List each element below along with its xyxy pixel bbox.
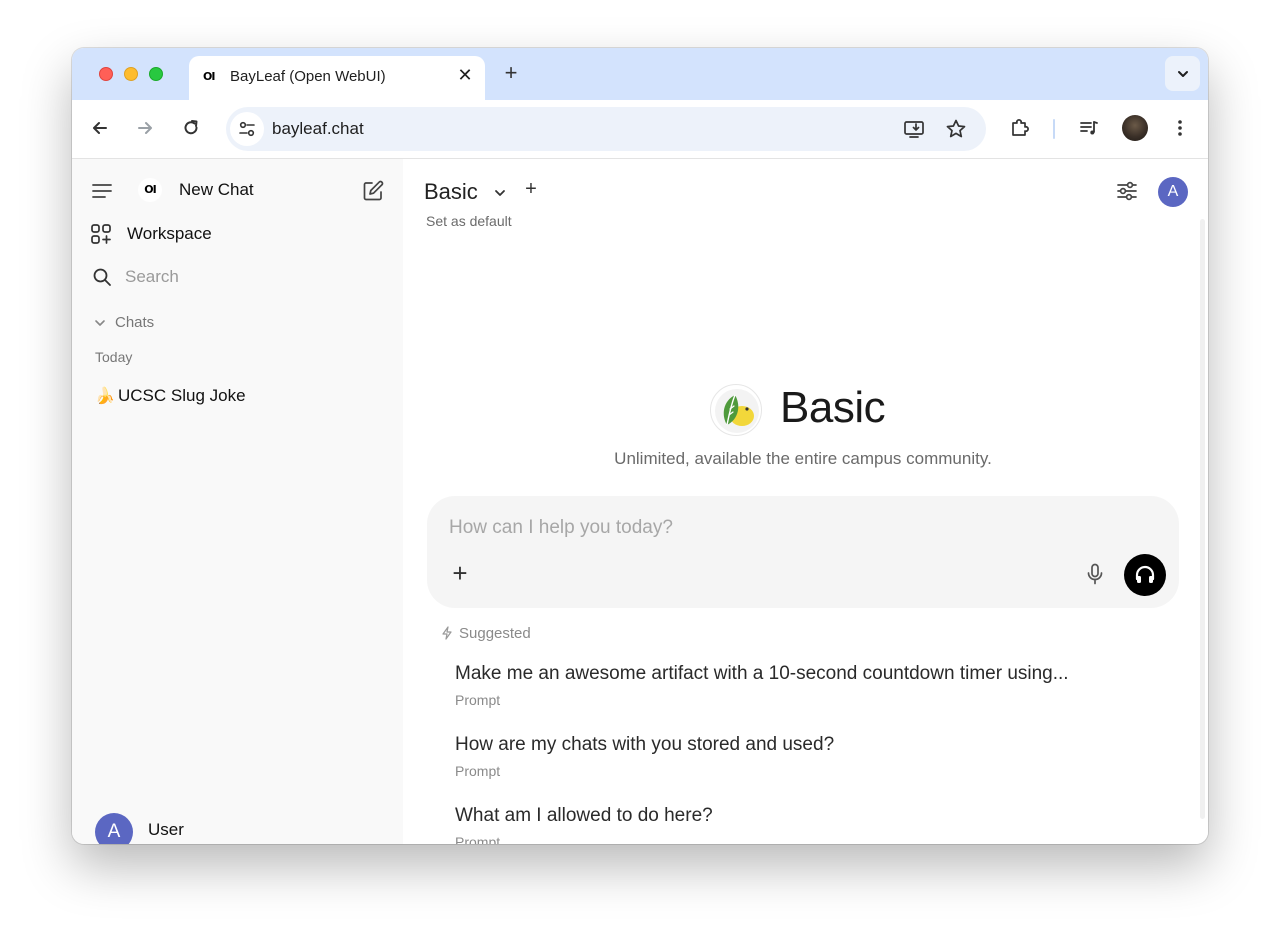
- chat-emoji: 🍌: [95, 388, 115, 405]
- tab-strip: OI BayLeaf (Open WebUI) ✕ +: [72, 48, 1208, 100]
- add-model-button[interactable]: +: [520, 178, 542, 200]
- install-app-button[interactable]: [902, 117, 926, 141]
- sliders-icon[interactable]: [1115, 179, 1139, 203]
- tune-icon: [239, 121, 255, 137]
- suggestion-item[interactable]: Make me an awesome artifact with a 10-se…: [441, 659, 1181, 721]
- sidebar-item-workspace[interactable]: Workspace: [127, 224, 212, 244]
- chat-main: Basic + Set as default A Basic Unlimited…: [403, 159, 1208, 844]
- set-as-default-link[interactable]: Set as default: [426, 213, 512, 229]
- site-info-button[interactable]: [230, 112, 264, 146]
- more-vertical-icon: [1178, 120, 1182, 136]
- edit-icon: [363, 180, 384, 201]
- chats-section-toggle[interactable]: Chats: [115, 314, 154, 331]
- attach-button[interactable]: +: [448, 560, 472, 586]
- minimize-window-button[interactable]: [124, 67, 138, 81]
- suggestion-subtitle: Prompt: [455, 834, 501, 844]
- chevron-down-icon[interactable]: [492, 185, 508, 201]
- install-app-icon: [904, 121, 924, 138]
- url-text[interactable]: bayleaf.chat: [272, 119, 364, 139]
- suggestion-subtitle: Prompt: [455, 692, 501, 708]
- browser-window: OI BayLeaf (Open WebUI) ✕ + bayleaf.chat…: [72, 48, 1208, 844]
- message-composer: +: [427, 496, 1179, 608]
- arrow-left-icon: [93, 122, 107, 134]
- star-icon: [946, 119, 966, 138]
- chat-list-item[interactable]: 🍌 UCSC Slug Joke: [85, 378, 391, 414]
- bayleaf-logo-icon: [715, 389, 759, 433]
- search-icon: [93, 268, 111, 286]
- puzzle-icon: [1012, 119, 1029, 136]
- tab-search-button[interactable]: [1165, 56, 1200, 91]
- model-title: Basic: [780, 383, 886, 432]
- suggestion-item[interactable]: How are my chats with you stored and use…: [441, 730, 1181, 792]
- close-window-button[interactable]: [99, 67, 113, 81]
- chat-group-today: Today: [95, 349, 133, 365]
- headphones-icon: [1135, 565, 1155, 583]
- forward-button[interactable]: [133, 116, 157, 140]
- sidebar: OI New Chat Workspace Search Chats Today…: [72, 159, 403, 844]
- workspace-icon: [91, 224, 111, 244]
- suggestion-title: Make me an awesome artifact with a 10-se…: [455, 663, 1069, 684]
- page-content: OI New Chat Workspace Search Chats Today…: [72, 159, 1208, 844]
- sidebar-search-input[interactable]: [120, 263, 370, 291]
- arrow-right-icon: [138, 122, 152, 134]
- bookmark-button[interactable]: [944, 117, 968, 141]
- user-avatar[interactable]: A: [95, 813, 133, 844]
- toolbar-separator: [1053, 119, 1055, 139]
- model-logo: [710, 384, 762, 436]
- media-queue-icon: [1080, 121, 1098, 135]
- chevron-down-icon[interactable]: [93, 316, 107, 330]
- media-controls-button[interactable]: [1077, 116, 1101, 140]
- suggestion-subtitle: Prompt: [455, 763, 501, 779]
- model-description: Unlimited, available the entire campus c…: [614, 449, 992, 468]
- bolt-icon: [442, 626, 452, 640]
- scrollbar[interactable]: [1200, 219, 1205, 819]
- message-input[interactable]: [449, 514, 1149, 542]
- sidebar-toggle-button[interactable]: [90, 179, 114, 203]
- suggestion-title: How are my chats with you stored and use…: [455, 734, 835, 755]
- user-name[interactable]: User: [148, 820, 184, 840]
- browser-menu-button[interactable]: [1168, 116, 1192, 140]
- suggestion-title: What am I allowed to do here?: [455, 805, 713, 826]
- extensions-button[interactable]: [1008, 116, 1032, 140]
- reload-button[interactable]: [179, 116, 203, 140]
- model-selector[interactable]: Basic: [424, 179, 478, 205]
- reload-icon: [184, 120, 198, 135]
- browser-tab-active[interactable]: OI BayLeaf (Open WebUI) ✕: [189, 56, 485, 100]
- microphone-icon[interactable]: [1083, 562, 1107, 586]
- menu-icon: [92, 184, 112, 198]
- tab-title: BayLeaf (Open WebUI): [230, 68, 386, 85]
- chevron-down-icon: [1177, 70, 1188, 77]
- openwebui-logo-icon: OI: [138, 178, 162, 202]
- new-chat-link[interactable]: New Chat: [179, 180, 254, 200]
- user-menu-avatar[interactable]: A: [1158, 177, 1188, 207]
- tab-close-icon[interactable]: ✕: [455, 65, 475, 85]
- back-button[interactable]: [88, 116, 112, 140]
- new-chat-button[interactable]: [360, 178, 386, 204]
- suggestion-item[interactable]: What am I allowed to do here? Prompt: [441, 801, 1181, 844]
- address-bar[interactable]: bayleaf.chat: [226, 107, 986, 151]
- chat-title: UCSC Slug Joke: [118, 386, 246, 405]
- suggested-heading: Suggested: [459, 625, 531, 642]
- browser-toolbar: bayleaf.chat: [72, 100, 1208, 159]
- maximize-window-button[interactable]: [149, 67, 163, 81]
- openwebui-favicon-icon: OI: [203, 70, 215, 83]
- browser-profile-avatar[interactable]: [1122, 115, 1148, 141]
- new-tab-button[interactable]: +: [499, 61, 523, 85]
- voice-mode-button[interactable]: [1124, 554, 1166, 596]
